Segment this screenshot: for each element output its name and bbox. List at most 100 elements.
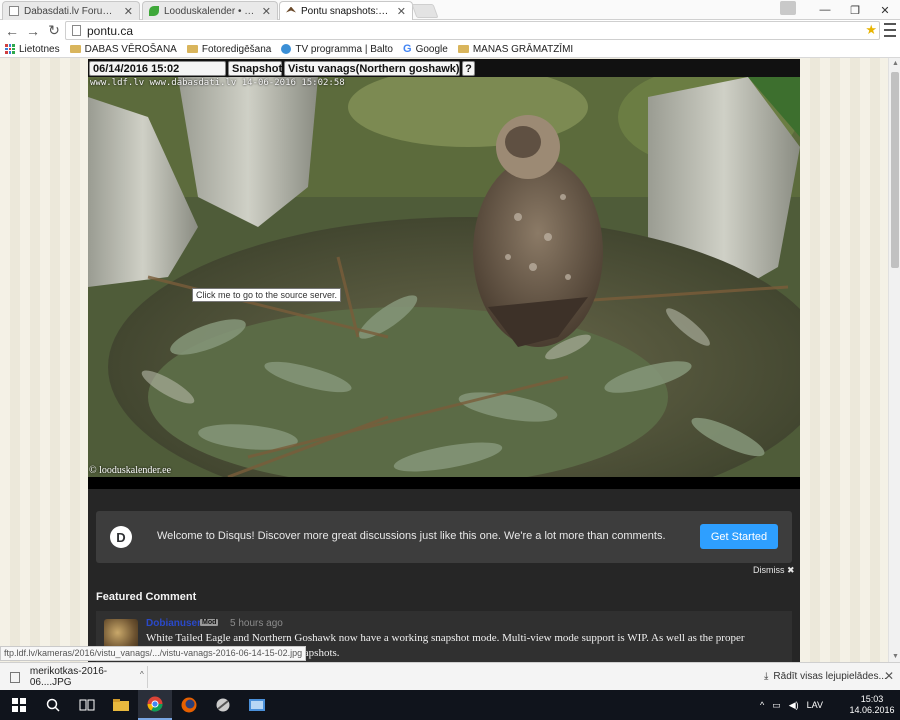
- bookmarks-bar: Lietotnes DABAS VĒROŠANA Fotoredigēšana …: [0, 41, 900, 58]
- close-window-button[interactable]: ✕: [870, 0, 900, 20]
- datetime-field[interactable]: 06/14/2016 15:02: [89, 61, 226, 76]
- new-tab-button[interactable]: [411, 4, 439, 18]
- download-item[interactable]: merikotkas-2016-06....JPG ^: [4, 666, 148, 688]
- show-all-label: Rādīt visas lejupielādes...: [773, 671, 887, 682]
- disqus-welcome-text: Welcome to Disqus! Discover more great d…: [157, 530, 666, 542]
- task-view-icon[interactable]: [70, 690, 104, 720]
- file-explorer-icon[interactable]: [104, 690, 138, 720]
- bookmark-label: Google: [415, 43, 448, 55]
- profile-icon[interactable]: [780, 1, 796, 15]
- firefox-icon[interactable]: [172, 690, 206, 720]
- folder-icon: [69, 45, 81, 53]
- image-file-icon: [10, 671, 20, 683]
- mod-badge: Mod: [200, 619, 219, 626]
- bird-icon: [286, 6, 296, 13]
- start-button[interactable]: [2, 690, 36, 720]
- close-icon[interactable]: ✕: [397, 5, 406, 18]
- comment-time[interactable]: 5 hours ago: [230, 618, 283, 629]
- bookmark-label: MANAS GRĀMATZĪMI: [472, 43, 574, 55]
- camera-select[interactable]: Vistu vanags(Northern goshawk): [284, 61, 460, 76]
- folder-icon: [457, 45, 469, 53]
- close-icon[interactable]: ✕: [124, 5, 133, 18]
- tab-looduskalender[interactable]: Looduskalender • View to ✕: [142, 1, 278, 20]
- snapshot-panel: 06/14/2016 15:02 Snapshots Vistu vanags(…: [88, 59, 800, 662]
- page-viewport: 06/14/2016 15:02 Snapshots Vistu vanags(…: [0, 58, 888, 662]
- snapshots-button[interactable]: Snapshots: [228, 61, 288, 76]
- back-button[interactable]: ←: [3, 22, 21, 40]
- network-icon[interactable]: ▭: [772, 700, 781, 711]
- apps-icon: [5, 44, 15, 54]
- download-icon: ⤓: [764, 671, 769, 682]
- language-indicator[interactable]: LAV: [807, 700, 823, 710]
- app-icon[interactable]: [206, 690, 240, 720]
- disqus-welcome-banner: D Welcome to Disqus! Discover more great…: [96, 511, 792, 563]
- camera-snapshot-image[interactable]: www.ldf.lv www.dabasdati.lv 14-06-2016 1…: [88, 77, 800, 477]
- bookmark-star-icon[interactable]: ★: [865, 22, 877, 38]
- featured-comment-heading: Featured Comment: [96, 591, 197, 603]
- tab-label: Pontu snapshots:vistu_van: [301, 6, 393, 17]
- window-controls: — ❐ ✕: [810, 0, 900, 20]
- page-scrollbar[interactable]: ▲ ▼: [888, 58, 900, 662]
- reload-button[interactable]: ↻: [45, 22, 63, 40]
- show-all-downloads-link[interactable]: ⤓ Rādīt visas lejupielādes...: [764, 671, 887, 682]
- download-filename: merikotkas-2016-06....JPG: [29, 666, 108, 688]
- system-tray: ^ ▭ ◀) LAV: [760, 690, 823, 720]
- help-button[interactable]: ?: [462, 61, 475, 76]
- scroll-down-icon[interactable]: ▼: [892, 653, 899, 660]
- status-bar-url: ftp.ldf.lv/kameras/2016/vistu_vanags/...…: [0, 646, 307, 661]
- scroll-up-icon[interactable]: ▲: [892, 60, 899, 67]
- close-icon[interactable]: ✕: [884, 669, 894, 683]
- bookmark-manas-gramatzimes[interactable]: MANAS GRĀMATZĪMI: [457, 43, 574, 55]
- source-server-tooltip: Click me to go to the source server.: [192, 288, 342, 302]
- maximize-button[interactable]: ❐: [840, 0, 870, 20]
- chrome-menu-icon[interactable]: [884, 23, 896, 37]
- minimize-button[interactable]: —: [810, 0, 840, 20]
- document-icon: [9, 6, 19, 16]
- tv-icon: [281, 44, 292, 54]
- image-footer-strip: [88, 477, 800, 489]
- tab-strip: Dabasdati.lv Forums - Api ✕ Looduskalend…: [0, 0, 900, 21]
- comment-author[interactable]: Dobianuser: [146, 618, 201, 629]
- leaf-icon: [149, 6, 159, 16]
- nest-photo: [88, 77, 800, 477]
- clock-date: 14.06.2016: [849, 705, 895, 715]
- taskbar-clock[interactable]: 15:03 14.06.2016: [848, 694, 896, 716]
- get-started-button[interactable]: Get Started: [700, 524, 778, 549]
- url-text: pontu.ca: [87, 23, 134, 38]
- scrollbar-thumb[interactable]: [891, 72, 899, 268]
- bookmark-fotoredigesana[interactable]: Fotoredigēšana: [186, 43, 272, 55]
- camera-copyright: © looduskalender.ee: [89, 465, 172, 476]
- google-icon: G: [403, 43, 412, 55]
- dismiss-link[interactable]: Dismiss ✖: [753, 565, 795, 576]
- tab-pontu-snapshots[interactable]: Pontu snapshots:vistu_van ✕: [279, 1, 413, 21]
- address-bar[interactable]: pontu.ca ★: [65, 21, 880, 40]
- bookmark-label: Lietotnes: [19, 43, 60, 55]
- bookmark-label: Fotoredigēšana: [201, 43, 272, 55]
- download-shelf: merikotkas-2016-06....JPG ^ ⤓ Rādīt visa…: [0, 662, 900, 690]
- disqus-logo-icon: D: [110, 526, 132, 548]
- chrome-icon[interactable]: [138, 690, 172, 720]
- search-icon[interactable]: [36, 690, 70, 720]
- volume-icon[interactable]: ◀): [789, 700, 799, 711]
- tab-label: Dabasdati.lv Forums - Api: [24, 5, 120, 17]
- folder-icon: [186, 45, 198, 53]
- page-info-icon[interactable]: [72, 25, 81, 36]
- forward-button[interactable]: →: [24, 22, 42, 40]
- chevron-up-icon[interactable]: ^: [760, 700, 764, 710]
- image-viewer-icon[interactable]: [240, 690, 274, 720]
- chevron-up-icon[interactable]: ^: [140, 670, 144, 679]
- clock-time: 15:03: [860, 694, 884, 704]
- bookmark-tv-programma[interactable]: TV programma | Balto: [281, 44, 393, 55]
- windows-taskbar: ^ ▭ ◀) LAV 15:03 14.06.2016: [0, 690, 900, 720]
- bookmark-label: TV programma | Balto: [295, 43, 393, 55]
- bookmark-label: DABAS VĒROŠANA: [84, 43, 177, 55]
- snapshot-header: 06/14/2016 15:02 Snapshots Vistu vanags(…: [88, 59, 800, 77]
- tab-dabasdati[interactable]: Dabasdati.lv Forums - Api ✕: [2, 1, 140, 20]
- comment-text: White Tailed Eagle and Northern Goshawk …: [146, 632, 745, 644]
- windows-icon: [12, 698, 26, 712]
- bookmark-google[interactable]: G Google: [403, 43, 448, 55]
- tab-label: Looduskalender • View to: [164, 5, 258, 17]
- bookmark-apps[interactable]: Lietotnes: [5, 44, 60, 55]
- close-icon[interactable]: ✕: [262, 5, 271, 18]
- bookmark-dabas-verosana[interactable]: DABAS VĒROŠANA: [69, 43, 177, 55]
